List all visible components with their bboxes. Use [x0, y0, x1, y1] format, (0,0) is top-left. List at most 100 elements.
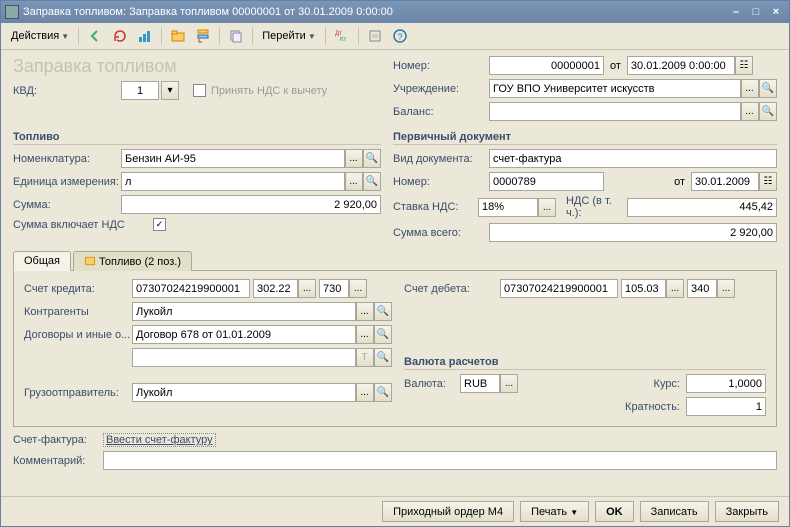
sf-link[interactable]: Ввести счет-фактуру	[103, 433, 216, 447]
fuel-section-header: Топливо	[13, 131, 381, 145]
total-input[interactable]	[489, 223, 777, 242]
tab-fuel[interactable]: Топливо (2 поз.)	[73, 251, 192, 271]
uom-search-button[interactable]: 🔍	[363, 172, 381, 191]
balance-label: Баланс:	[393, 106, 489, 118]
toolbar-arrow-left-icon[interactable]	[84, 26, 106, 46]
toolbar: Действия ▼ Перейти ▼ ДтКт ?	[1, 23, 789, 50]
cr-label: Счет кредита:	[24, 283, 132, 295]
kind-input[interactable]	[489, 149, 777, 168]
toolbar-struct-icon[interactable]	[192, 26, 214, 46]
vatrate-select-button[interactable]: ...	[538, 198, 556, 217]
goto-menu[interactable]: Перейти ▼	[258, 28, 320, 44]
sf-label: Счет-фактура:	[13, 434, 103, 446]
dog-select-button[interactable]: ...	[356, 325, 374, 344]
cr3-select-button[interactable]: ...	[349, 279, 367, 298]
number-input[interactable]	[489, 56, 604, 75]
date-picker-button[interactable]: ☷	[735, 56, 753, 75]
ctr-search-button[interactable]: 🔍	[374, 302, 392, 321]
write-button[interactable]: Записать	[640, 501, 709, 522]
db3-select-button[interactable]: ...	[717, 279, 735, 298]
db2-select-button[interactable]: ...	[666, 279, 684, 298]
nomen-search-button[interactable]: 🔍	[363, 149, 381, 168]
pdoc-section-header: Первичный документ	[393, 131, 777, 145]
currency-section-header: Валюта расчетов	[404, 356, 766, 370]
dog-search-button[interactable]: 🔍	[374, 325, 392, 344]
kvd-label: КВД:	[13, 85, 121, 97]
ot-label-1: от	[610, 60, 621, 72]
vatrate-input[interactable]	[478, 198, 538, 217]
toolbar-help-icon[interactable]: ?	[389, 26, 411, 46]
maximize-button[interactable]: □	[747, 4, 765, 20]
cr2-select-button[interactable]: ...	[298, 279, 316, 298]
total-label: Сумма всего:	[393, 227, 489, 239]
db-label: Счет дебета:	[404, 283, 500, 295]
extra-input[interactable]	[132, 348, 356, 367]
ok-button[interactable]: OK	[595, 501, 634, 522]
cr1-input[interactable]	[132, 279, 250, 298]
org-select-button[interactable]: ...	[741, 79, 759, 98]
dog-input[interactable]	[132, 325, 356, 344]
print-button[interactable]: Печать ▼	[520, 501, 589, 522]
ship-input[interactable]	[132, 383, 356, 402]
nomen-input[interactable]	[121, 149, 345, 168]
extra-t-button[interactable]: T	[356, 348, 374, 367]
pdate-picker-button[interactable]: ☷	[759, 172, 777, 191]
db1-input[interactable]	[500, 279, 618, 298]
mult-input[interactable]	[686, 397, 766, 416]
kind-label: Вид документа:	[393, 153, 489, 165]
m4-button[interactable]: Приходный ордер М4	[382, 501, 514, 522]
pnum-label: Номер:	[393, 176, 489, 188]
toolbar-refresh-icon[interactable]	[109, 26, 131, 46]
uom-input[interactable]	[121, 172, 345, 191]
window-icon	[5, 5, 19, 19]
ship-select-button[interactable]: ...	[356, 383, 374, 402]
cur-select-button[interactable]: ...	[500, 374, 518, 393]
actions-menu[interactable]: Действия ▼	[7, 28, 73, 44]
ship-search-button[interactable]: 🔍	[374, 383, 392, 402]
ot-label-2: от	[674, 176, 685, 188]
db3-input[interactable]	[687, 279, 717, 298]
date-input[interactable]	[627, 56, 735, 75]
close-window-button[interactable]: Закрыть	[715, 501, 779, 522]
sumincl-checkbox[interactable]: ✓	[153, 218, 166, 231]
uom-label: Единица измерения:	[13, 176, 121, 188]
extra-search-button[interactable]: 🔍	[374, 348, 392, 367]
sum-input[interactable]	[121, 195, 381, 214]
tab-common[interactable]: Общая	[13, 251, 71, 271]
cr2-input[interactable]	[253, 279, 298, 298]
minimize-button[interactable]: –	[727, 4, 745, 20]
sumincl-label: Сумма включает НДС	[13, 219, 153, 231]
org-input[interactable]	[489, 79, 741, 98]
close-button[interactable]: ×	[767, 4, 785, 20]
sum-label: Сумма:	[13, 199, 121, 211]
balance-select-button[interactable]: ...	[741, 102, 759, 121]
balance-search-button[interactable]: 🔍	[759, 102, 777, 121]
toolbar-folder-icon[interactable]	[167, 26, 189, 46]
ctr-input[interactable]	[132, 302, 356, 321]
cur-input[interactable]	[460, 374, 500, 393]
form-title: Заправка топливом	[13, 56, 393, 77]
toolbar-settings-icon[interactable]	[364, 26, 386, 46]
vat-deduct-checkbox[interactable]	[193, 84, 206, 97]
toolbar-dtkt-icon[interactable]: ДтКт	[331, 26, 353, 46]
kvd-dropdown[interactable]: ▾	[161, 81, 179, 100]
kvd-input[interactable]	[121, 81, 159, 100]
pdate-input[interactable]	[691, 172, 759, 191]
db2-input[interactable]	[621, 279, 666, 298]
vat-input[interactable]	[627, 198, 777, 217]
comment-input[interactable]	[103, 451, 777, 470]
nomen-select-button[interactable]: ...	[345, 149, 363, 168]
toolbar-copy-icon[interactable]	[225, 26, 247, 46]
rate-input[interactable]	[686, 374, 766, 393]
toolbar-chart-icon[interactable]	[134, 26, 156, 46]
ship-label: Грузоотправитель:	[24, 387, 132, 399]
org-search-button[interactable]: 🔍	[759, 79, 777, 98]
ctr-select-button[interactable]: ...	[356, 302, 374, 321]
cr3-input[interactable]	[319, 279, 349, 298]
org-label: Учреждение:	[393, 83, 489, 95]
vatincl-label: НДС (в т. ч.):	[566, 195, 623, 219]
balance-input[interactable]	[489, 102, 741, 121]
titlebar: Заправка топливом: Заправка топливом 000…	[1, 1, 789, 23]
uom-select-button[interactable]: ...	[345, 172, 363, 191]
pnum-input[interactable]	[489, 172, 604, 191]
